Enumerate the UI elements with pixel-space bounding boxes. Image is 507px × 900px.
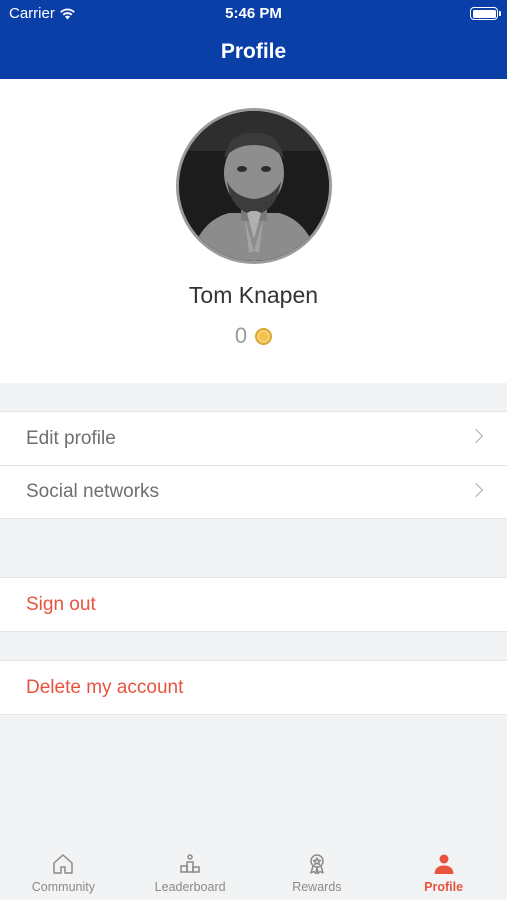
profile-summary: Tom Knapen 0 [0,79,507,383]
tab-profile-label: Profile [424,880,464,894]
navigation-header: Carrier 5:46 PM Profile [0,0,507,79]
points-value: 0 [234,323,248,348]
tab-leaderboard[interactable]: Leaderboard [127,840,254,900]
person-icon [434,854,454,874]
edit-profile-row[interactable]: Edit profile [0,412,507,465]
award-icon [310,854,324,875]
tab-community-label: Community [31,880,95,894]
page-title: Profile [220,40,287,63]
status-bar: Carrier 5:46 PM [0,0,507,28]
chevron-right-icon [468,428,484,444]
avatar[interactable] [176,108,332,264]
tab-leaderboard-label: Leaderboard [154,880,226,894]
user-name: Tom Knapen [188,282,319,308]
delete-account-button[interactable]: Delete my account [0,661,507,714]
delete-account-group: Delete my account [0,660,507,715]
podium-icon [180,854,200,873]
points-display: 0 [0,323,507,349]
tab-rewards-label: Rewards [292,880,342,894]
battery-icon [470,7,501,20]
chevron-right-icon [468,482,484,498]
avatar-photo [179,111,329,261]
tab-rewards[interactable]: Rewards [254,840,381,900]
sign-out-label: Sign out [26,593,96,615]
tab-bar: Community Leaderboard Rewards Profile [0,840,507,900]
sign-out-button[interactable]: Sign out [0,578,507,631]
social-networks-row[interactable]: Social networks [0,465,507,518]
profile-settings-group: Edit profile Social networks [0,411,507,519]
edit-profile-label: Edit profile [26,427,116,449]
tab-community[interactable]: Community [0,840,127,900]
tab-profile[interactable]: Profile [380,840,507,900]
delete-account-label: Delete my account [26,676,184,698]
social-networks-label: Social networks [26,481,160,502]
home-icon [53,854,74,874]
status-time: 5:46 PM [225,5,282,22]
sign-out-group: Sign out [0,577,507,632]
coin-icon [255,327,273,345]
